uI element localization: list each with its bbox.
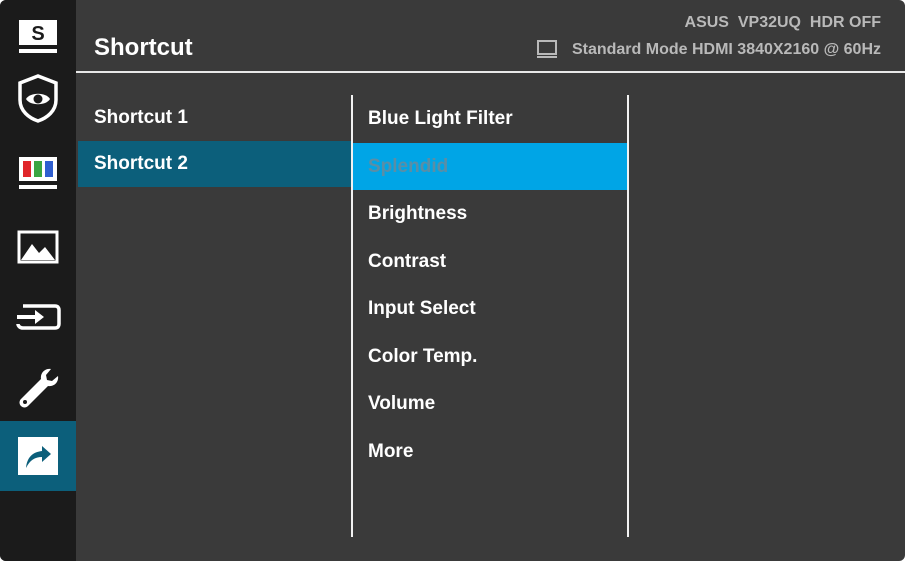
function-volume[interactable]: Volume xyxy=(353,380,627,428)
image-mountain-icon xyxy=(17,230,59,264)
function-more[interactable]: More xyxy=(353,428,627,476)
sidebar-item-color[interactable] xyxy=(0,148,76,198)
sidebar-item-splendid[interactable]: S xyxy=(0,10,76,62)
sidebar-item-shortcut[interactable] xyxy=(0,421,76,491)
sidebar-item-input-select[interactable] xyxy=(0,292,76,342)
header-divider xyxy=(76,71,905,73)
svg-text:S: S xyxy=(31,23,44,45)
function-input-select[interactable]: Input Select xyxy=(353,285,627,333)
function-contrast[interactable]: Contrast xyxy=(353,238,627,286)
sidebar-item-image[interactable] xyxy=(0,222,76,272)
splendid-s-icon: S xyxy=(19,20,57,53)
osd-menu: S Shortcut ASUS VP32UQ HDR OFF Standard … xyxy=(0,0,905,561)
mode-info: Standard Mode HDMI 3840X2160 @ 60Hz xyxy=(571,41,881,58)
eye-shield-icon xyxy=(18,74,58,123)
function-list: Blue Light Filter Splendid Brightness Co… xyxy=(353,95,627,475)
shortcut-item-2[interactable]: Shortcut 2 xyxy=(78,141,352,187)
color-bars-icon xyxy=(19,157,57,189)
page-title: Shortcut xyxy=(94,34,193,61)
shortcut-list: Shortcut 1 Shortcut 2 xyxy=(78,95,352,187)
wrench-icon xyxy=(19,368,59,408)
sidebar: S xyxy=(0,0,76,561)
sidebar-item-blue-light-filter[interactable] xyxy=(0,70,76,126)
function-blue-light-filter[interactable]: Blue Light Filter xyxy=(353,95,627,143)
input-arrow-icon xyxy=(16,304,61,330)
shortcut-item-1[interactable]: Shortcut 1 xyxy=(78,95,352,141)
model-info: ASUS VP32UQ HDR OFF xyxy=(684,14,881,31)
sidebar-item-system-setup[interactable] xyxy=(0,360,76,416)
function-splendid[interactable]: Splendid xyxy=(353,142,627,190)
mode-info-row: Standard Mode HDMI 3840X2160 @ 60Hz xyxy=(536,40,881,60)
monitor-icon xyxy=(536,40,557,58)
column-divider-right xyxy=(627,95,629,537)
function-color-temp[interactable]: Color Temp. xyxy=(353,333,627,381)
shortcut-arrow-icon xyxy=(18,437,58,475)
function-brightness[interactable]: Brightness xyxy=(353,190,627,238)
